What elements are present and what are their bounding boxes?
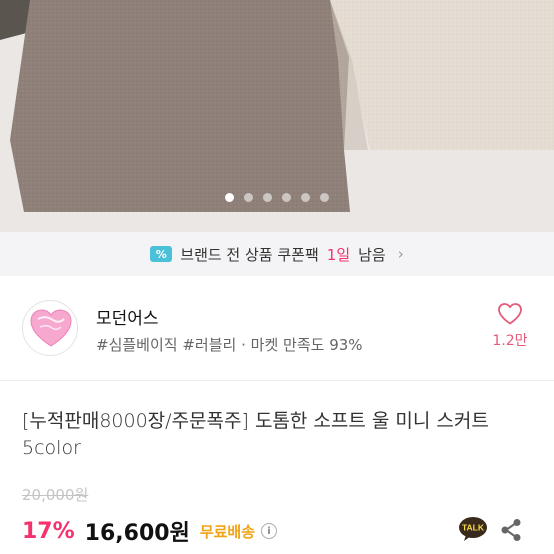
carousel-dot[interactable] bbox=[320, 193, 329, 202]
carousel-dot[interactable] bbox=[244, 193, 253, 202]
heart-logo-icon bbox=[30, 309, 72, 347]
meta-separator: · bbox=[241, 336, 246, 354]
section-divider bbox=[0, 380, 554, 381]
like-count: 1.2만 bbox=[492, 333, 528, 349]
coupon-banner-text: 브랜드 전 상품 쿠폰팩 bbox=[180, 245, 319, 264]
ticket-percent-icon: % bbox=[150, 246, 173, 262]
shop-tags[interactable]: #심플베이직 #러블리 bbox=[96, 336, 236, 354]
original-price: 20,000원 bbox=[22, 486, 89, 504]
product-title: [누적판매8000장/주문폭주] 도톰한 소프트 울 미니 스커트 5color bbox=[22, 410, 489, 459]
heart-outline-icon bbox=[498, 303, 522, 325]
shop-info-row[interactable]: 모던어스 #심플베이직 #러블리 · 마켓 만족도 93% 1.2만 bbox=[0, 276, 554, 380]
carousel-indicator bbox=[0, 193, 554, 202]
share-icon[interactable] bbox=[500, 518, 522, 542]
market-satisfaction: 마켓 만족도 93% bbox=[250, 336, 363, 354]
chevron-right-icon: › bbox=[397, 245, 404, 263]
talk-button[interactable]: TALK bbox=[458, 516, 488, 542]
carousel-dot[interactable] bbox=[225, 193, 234, 202]
talk-label: TALK bbox=[462, 523, 485, 533]
shop-logo[interactable] bbox=[22, 300, 78, 356]
carousel-dot[interactable] bbox=[301, 193, 310, 202]
free-shipping-label: 무료배송 bbox=[199, 522, 256, 541]
info-icon[interactable]: i bbox=[261, 523, 278, 539]
discount-rate: 17% bbox=[22, 518, 75, 544]
shop-meta: #심플베이직 #러블리 · 마켓 만족도 93% bbox=[96, 334, 363, 355]
coupon-remaining-suffix: 남음 bbox=[358, 245, 386, 264]
price-row: 17% 16,600원 무료배송 i bbox=[22, 515, 278, 547]
coupon-remaining-days: 1일 bbox=[326, 245, 351, 264]
coupon-pack-banner[interactable]: % 브랜드 전 상품 쿠폰팩 1일 남음 › bbox=[0, 232, 554, 276]
sale-price: 16,600원 bbox=[84, 521, 190, 546]
carousel-dot[interactable] bbox=[282, 193, 291, 202]
like-button[interactable]: 1.2만 bbox=[490, 302, 530, 350]
carousel-dot[interactable] bbox=[263, 193, 272, 202]
shop-name[interactable]: 모던어스 bbox=[96, 304, 159, 329]
product-image-carousel[interactable] bbox=[0, 0, 554, 232]
